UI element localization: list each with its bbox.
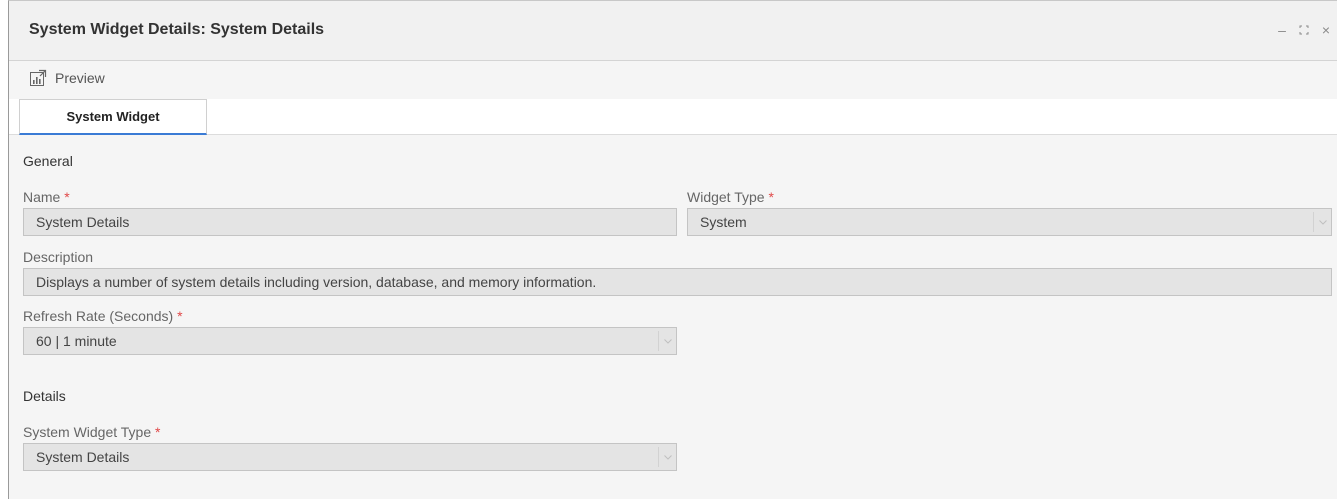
chart-export-icon <box>29 69 47 87</box>
description-value: Displays a number of system details incl… <box>36 274 597 290</box>
minimize-button[interactable]: – <box>1271 19 1293 41</box>
refresh-rate-value: 60 | 1 minute <box>36 333 117 349</box>
system-widget-type-label: System Widget Type * <box>23 424 161 440</box>
description-field[interactable]: Displays a number of system details incl… <box>23 268 1332 296</box>
window-title: System Widget Details: System Details <box>29 21 325 38</box>
widget-type-select[interactable]: System <box>687 208 1332 236</box>
description-label: Description <box>23 249 94 265</box>
maximize-button[interactable] <box>1293 19 1315 41</box>
tab-system-widget[interactable]: System Widget <box>19 99 207 135</box>
details-section-title: Details <box>23 388 66 404</box>
refresh-rate-select[interactable]: 60 | 1 minute <box>23 327 677 355</box>
maximize-icon <box>1299 22 1309 38</box>
system-widget-type-select[interactable]: System Details <box>23 443 677 471</box>
preview-label: Preview <box>55 70 105 86</box>
widget-details-window: System Widget Details: System Details – … <box>8 0 1337 499</box>
required-marker: * <box>768 189 774 205</box>
general-section-title: General <box>23 153 73 169</box>
name-value: System Details <box>36 214 130 230</box>
name-label: Name * <box>23 189 70 205</box>
tab-bar: System Widget <box>9 99 1337 135</box>
close-button[interactable]: × <box>1315 19 1337 41</box>
window-titlebar: System Widget Details: System Details – … <box>9 1 1337 61</box>
name-field[interactable]: System Details <box>23 208 677 236</box>
required-marker: * <box>177 308 183 324</box>
toolbar: Preview <box>9 61 1337 99</box>
widget-type-label: Widget Type * <box>687 189 774 205</box>
required-marker: * <box>64 189 70 205</box>
form-content: General Name * System Details Widget Typ… <box>9 136 1337 499</box>
chevron-down-icon <box>658 447 676 467</box>
required-marker: * <box>155 424 161 440</box>
window-controls: – × <box>1271 19 1337 41</box>
preview-button[interactable]: Preview <box>29 66 105 90</box>
system-widget-type-value: System Details <box>36 449 130 465</box>
chevron-down-icon <box>1313 212 1331 232</box>
refresh-rate-label: Refresh Rate (Seconds) * <box>23 308 183 324</box>
close-icon: × <box>1321 22 1331 38</box>
widget-type-value: System <box>700 214 747 230</box>
minimize-icon: – <box>1278 22 1286 38</box>
chevron-down-icon <box>658 331 676 351</box>
